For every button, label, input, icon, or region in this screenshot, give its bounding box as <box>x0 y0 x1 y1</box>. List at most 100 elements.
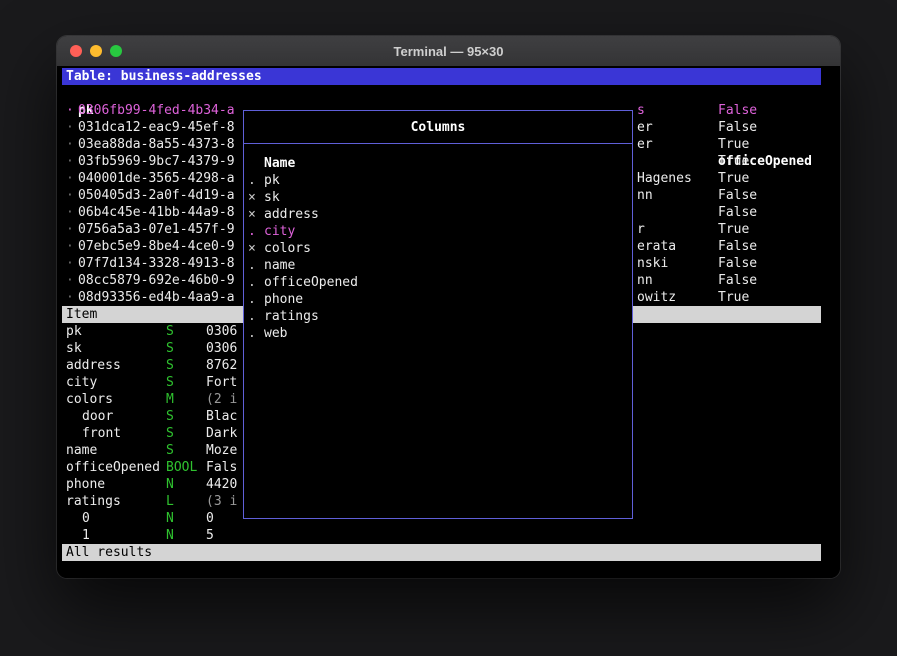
column-visibility-marker-icon: . <box>248 291 256 308</box>
attribute-value: 0306 <box>206 340 237 357</box>
minimize-button[interactable] <box>90 45 102 57</box>
row-marker-icon: · <box>66 289 74 306</box>
cell-name-fragment: nn <box>637 187 653 204</box>
column-visibility-marker-icon: × <box>248 206 256 223</box>
cell-name-fragment: nski <box>637 255 668 272</box>
attribute-type: S <box>166 374 174 391</box>
cell-pk: 03fb5969-9bc7-4379-9 <box>78 153 235 170</box>
cell-name-fragment: s <box>637 102 645 119</box>
attribute-type: S <box>166 357 174 374</box>
column-visibility-marker-icon: × <box>248 240 256 257</box>
row-marker-icon: · <box>66 102 74 119</box>
table-title-bar: Table: business-addresses <box>62 68 821 85</box>
dialog-column-item[interactable]: . web <box>244 325 632 342</box>
cell-pk: 031dca12-eac9-45ef-8 <box>78 119 235 136</box>
attribute-value: 4420 <box>206 476 237 493</box>
cell-pk: 0306fb99-4fed-4b34-a <box>78 102 235 119</box>
column-name-label: address <box>264 206 319 223</box>
cell-pk: 08d93356-ed4b-4aa9-a <box>78 289 235 306</box>
attribute-name: sk <box>66 340 82 357</box>
dialog-column-header: Name <box>264 155 295 172</box>
cell-officeOpened: True <box>718 170 749 187</box>
titlebar[interactable]: Terminal — 95×30 <box>57 36 840 67</box>
attribute-name: ratings <box>66 493 121 510</box>
attribute-value: (3 i <box>206 493 237 510</box>
row-marker-icon: · <box>66 187 74 204</box>
cell-officeOpened: True <box>718 153 749 170</box>
attribute-name: pk <box>66 323 82 340</box>
attribute-name: city <box>66 374 97 391</box>
attribute-value: Moze <box>206 442 237 459</box>
column-visibility-marker-icon: . <box>248 325 256 342</box>
cell-pk: 040001de-3565-4298-a <box>78 170 235 187</box>
attribute-name: colors <box>66 391 113 408</box>
status-bar: All results <box>62 544 821 561</box>
dialog-column-item[interactable]: . phone <box>244 291 632 308</box>
attribute-type: N <box>166 476 174 493</box>
cell-pk: 03ea88da-8a55-4373-8 <box>78 136 235 153</box>
columns-dialog: Columns Name .pk×sk×address.city×colors.… <box>243 110 633 519</box>
close-button[interactable] <box>70 45 82 57</box>
attribute-type: S <box>166 425 174 442</box>
column-visibility-marker-icon: . <box>248 257 256 274</box>
cell-pk: 08cc5879-692e-46b0-9 <box>78 272 235 289</box>
traffic-lights <box>70 45 122 57</box>
attribute-name: address <box>66 357 121 374</box>
terminal-content: Table: business-addresses pk city name o… <box>57 66 840 578</box>
cell-name-fragment: owitz <box>637 289 676 306</box>
dialog-column-item[interactable]: .city <box>244 223 632 240</box>
cell-pk: 07ebc5e9-8be4-4ce0-9 <box>78 238 235 255</box>
column-visibility-marker-icon: . <box>248 274 256 291</box>
dialog-column-item[interactable]: × colors <box>244 240 632 257</box>
dialog-column-item[interactable]: .officeOpened <box>244 274 632 291</box>
column-visibility-marker-icon: . <box>248 223 256 240</box>
attribute-type: S <box>166 408 174 425</box>
attribute-value: Fort <box>206 374 237 391</box>
row-marker-icon: · <box>66 170 74 187</box>
attribute-type: N <box>166 510 174 527</box>
item-attribute-row[interactable]: 1N5 <box>57 527 307 544</box>
attribute-type: S <box>166 340 174 357</box>
cell-officeOpened: False <box>718 204 757 221</box>
dialog-column-item[interactable]: .ratings <box>244 308 632 325</box>
cell-pk: 0756a5a3-07e1-457f-9 <box>78 221 235 238</box>
dialog-column-item[interactable]: .name <box>244 257 632 274</box>
row-marker-icon: · <box>66 119 74 136</box>
attribute-name: name <box>66 442 97 459</box>
column-name-label: ratings <box>264 308 319 325</box>
attribute-value: Blac <box>206 408 237 425</box>
dialog-column-item[interactable]: ×sk <box>244 189 632 206</box>
cell-officeOpened: False <box>718 119 757 136</box>
row-marker-icon: · <box>66 136 74 153</box>
cell-officeOpened: False <box>718 272 757 289</box>
attribute-type: M <box>166 391 174 408</box>
row-marker-icon: · <box>66 204 74 221</box>
row-marker-icon: · <box>66 153 74 170</box>
table-header-row: pk city name officeOpened <box>57 85 821 102</box>
attribute-value: 0306 <box>206 323 237 340</box>
dialog-column-item[interactable]: × address <box>244 206 632 223</box>
column-name-label: phone <box>264 291 303 308</box>
attribute-value: 0 <box>206 510 214 527</box>
column-name-label: colors <box>264 240 311 257</box>
attribute-type: BOOL <box>166 459 197 476</box>
row-marker-icon: · <box>66 255 74 272</box>
attribute-value: Fals <box>206 459 237 476</box>
attribute-value: (2 i <box>206 391 237 408</box>
column-visibility-marker-icon: . <box>248 172 256 189</box>
cell-officeOpened: True <box>718 221 749 238</box>
zoom-button[interactable] <box>110 45 122 57</box>
dialog-column-item[interactable]: . pk <box>244 172 632 189</box>
cell-officeOpened: False <box>718 255 757 272</box>
cell-officeOpened: True <box>718 136 749 153</box>
cell-pk: 07f7d134-3328-4913-8 <box>78 255 235 272</box>
cell-officeOpened: False <box>718 238 757 255</box>
attribute-name: door <box>82 408 113 425</box>
column-name-label: web <box>264 325 287 342</box>
terminal-window: Terminal — 95×30 Table: business-address… <box>57 36 840 578</box>
attribute-value: 5 <box>206 527 214 544</box>
attribute-type: S <box>166 323 174 340</box>
column-name-label: pk <box>264 172 280 189</box>
cell-name-fragment: er <box>637 119 653 136</box>
window-title: Terminal — 95×30 <box>394 44 504 59</box>
